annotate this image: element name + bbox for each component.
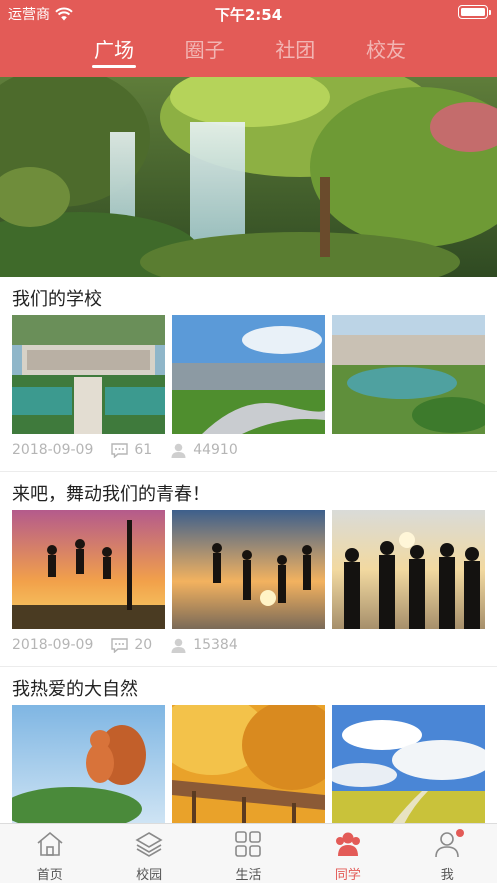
campus-aerial-image [12, 315, 165, 434]
tab-square[interactable]: 广场 [70, 34, 158, 72]
post-images [12, 705, 485, 824]
sky-field-image [332, 705, 485, 824]
top-tabs: 广场 圈子 社团 校友 [70, 34, 430, 72]
person-icon [171, 638, 186, 653]
status-time: 下午2:54 [214, 6, 283, 24]
post-meta: 2018-09-09 61 44910 [12, 442, 256, 458]
post-image[interactable] [12, 705, 165, 824]
comment-icon [111, 442, 129, 458]
nav-home-label: 首页 [36, 868, 63, 883]
post-title: 我们的学校 [12, 289, 102, 310]
post-image[interactable] [332, 705, 485, 824]
post-date: 2018-09-09 [12, 637, 94, 653]
bottom-tab-bar: 首页 校园 生活 同学 我 [0, 823, 497, 883]
nav-life-label: 生活 [235, 868, 262, 883]
beach-sunset-image [172, 510, 325, 629]
campus-road-image [172, 315, 325, 434]
post-image[interactable] [12, 510, 165, 629]
autumn-boardwalk-image [172, 705, 325, 824]
person-icon [171, 443, 186, 458]
nav-home[interactable]: 首页 [0, 824, 99, 883]
post-card[interactable]: 我们的学校 2018-09-09 61 44910 [0, 277, 497, 472]
top-header: 运营商 下午2:54 广场 圈子 社团 校友 [0, 0, 497, 77]
status-bar: 运营商 下午2:54 [0, 0, 497, 26]
post-date-group: 2018-09-09 [12, 637, 93, 653]
nav-me[interactable]: 我 [398, 824, 497, 883]
group-silhouette-image [332, 510, 485, 629]
post-title: 我热爱的大自然 [12, 679, 138, 700]
nav-classmates-label: 同学 [334, 868, 361, 883]
comment-count-group[interactable]: 20 [111, 637, 152, 653]
nav-life[interactable]: 生活 [199, 824, 298, 883]
jumping-friends-image [12, 510, 165, 629]
post-feed: 我们的学校 2018-09-09 61 44910 来吧，舞动我们的青春！ 20… [0, 277, 497, 862]
post-image[interactable] [172, 315, 325, 434]
layers-icon [135, 832, 163, 857]
post-card[interactable]: 来吧，舞动我们的青春！ 2018-09-09 20 15384 [0, 472, 497, 667]
notification-badge [455, 829, 464, 837]
battery-icon [458, 5, 491, 19]
post-image[interactable] [172, 705, 325, 824]
post-images [12, 315, 485, 434]
tab-alumni[interactable]: 校友 [342, 34, 430, 72]
view-count: 15384 [193, 637, 238, 653]
comment-icon [111, 637, 129, 653]
nav-me-label: 我 [440, 868, 454, 883]
post-date-group: 2018-09-09 [12, 442, 93, 458]
waterfall-scene-image [0, 77, 497, 277]
comment-count: 61 [134, 442, 153, 458]
view-count-group: 44910 [170, 442, 238, 458]
squirrel-image [12, 705, 165, 824]
post-image[interactable] [172, 510, 325, 629]
nav-classmates[interactable]: 同学 [298, 824, 397, 883]
classmates-icon [335, 832, 360, 856]
comment-count: 20 [134, 637, 153, 653]
comment-count-group[interactable]: 61 [111, 442, 152, 458]
post-title: 来吧，舞动我们的青春！ [12, 484, 210, 505]
post-image[interactable] [332, 510, 485, 629]
banner-image[interactable] [0, 77, 497, 277]
post-meta: 2018-09-09 20 15384 [12, 637, 256, 653]
view-count: 44910 [193, 442, 238, 458]
post-images [12, 510, 485, 629]
post-image[interactable] [332, 315, 485, 434]
nav-campus[interactable]: 校园 [99, 824, 198, 883]
app-screen: 运营商 下午2:54 广场 圈子 社团 校友 我们的学校 2018-09-09 … [0, 0, 497, 883]
grid-icon [235, 831, 262, 857]
tab-clubs[interactable]: 社团 [251, 34, 339, 72]
post-date: 2018-09-09 [12, 442, 94, 458]
view-count-group: 15384 [170, 637, 238, 653]
nav-campus-label: 校园 [136, 868, 163, 883]
post-image[interactable] [12, 315, 165, 434]
home-icon [37, 831, 63, 856]
campus-lake-image [332, 315, 485, 434]
tab-circles[interactable]: 圈子 [161, 34, 249, 72]
